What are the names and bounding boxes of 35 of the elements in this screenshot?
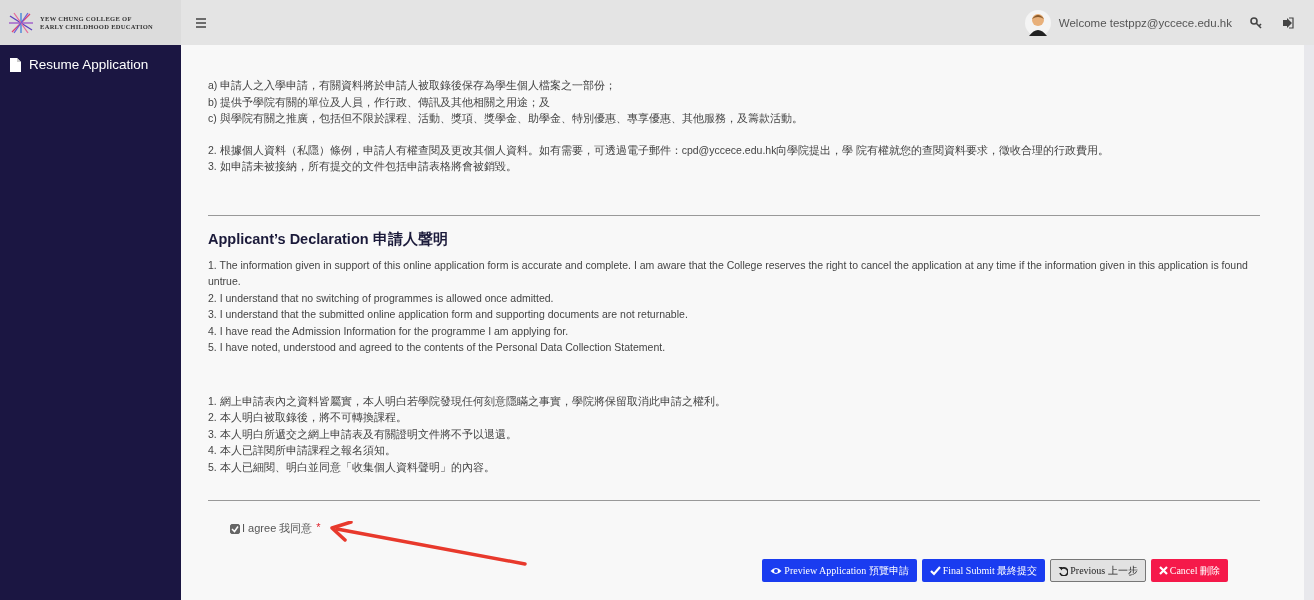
submit-button[interactable]: Final Submit 最終提交 — [921, 559, 1046, 582]
document-icon — [10, 57, 21, 72]
section-heading: Applicant’s Declaration 申請人聲明 — [208, 229, 449, 249]
declaration-item: 5. 本人已細閱、明白並同意「收集個人資料聲明」的內容。 — [208, 459, 496, 475]
agree-label: I agree 我同意 — [242, 521, 313, 536]
avatar-icon[interactable] — [1024, 9, 1051, 36]
agree-checkbox[interactable] — [230, 523, 240, 534]
declaration-item: 2. 本人明白被取錄後，將不可轉換課程。 — [208, 410, 408, 425]
declaration-item: 4. I have read the Admission Information for the programme I am applying for. — [208, 323, 570, 339]
declaration-item: 1. The information given in support of this online application form is accurate and complete. I am aware that the College reserves the right to cancel the application at any time if the information given in this application is found untrue. — [208, 257, 1249, 289]
privacy-item: b) 提供予學院有關的單位及人員，作行政、傳訊及其他相關之用途；及 — [208, 94, 552, 110]
previous-button[interactable]: Previous 上一步 — [1050, 559, 1146, 582]
welcome-text: Welcome testppz@yccece.edu.hk — [1058, 16, 1232, 29]
privacy-note: 3. 如申請未被接納，所有提交的文件包括申請表格將會被銷毀。 — [208, 159, 518, 174]
key-icon[interactable] — [1250, 16, 1262, 29]
privacy-item: c) 與學院有關之推廣，包括但不限於課程、活動、獎項、獎學金、助學金、特別優惠、專享優惠、其他服務，及籌款活動。 — [208, 111, 804, 126]
eye-icon — [770, 565, 783, 576]
close-icon — [1158, 566, 1168, 575]
privacy-item: a) 申請人之入學申請，有關資料將於申請人被取錄後保存為學生個人檔案之一部份； — [208, 78, 618, 93]
required-mark: * — [316, 521, 321, 533]
sidebar-item[interactable]: Resume Application — [0, 55, 181, 74]
declaration-item: 2. I understand that no switching of programmes is allowed once admitted. — [208, 290, 555, 306]
cancel-button[interactable]: Cancel 刪除 — [1150, 559, 1228, 582]
privacy-note: 2. 根據個人資料（私隱）條例，申請人有權查閱及更改其個人資料。如有需要，可透過電子郵件：cpd@yccece.edu.hk向學院提出，學 院有權就您的查閱資料要求，徵收合理的行政費用。 — [208, 142, 1111, 158]
declaration-item: 5. I have noted, understood and agreed to the contents of the Personal Data Collection Statement. — [208, 340, 667, 355]
declaration-item: 3. 本人明白所遞交之網上申請表及有關證明文件將不予以退還。 — [208, 426, 518, 442]
declaration-item: 1. 網上申請表內之資料皆屬實，本人明白若學院發現任何刻意隱瞞之事實，學院將保留取消此申請之權利。 — [208, 393, 727, 409]
declaration-item: 4. 本人已詳閱所申請課程之報名須知。 — [208, 443, 397, 458]
sign-out-icon[interactable] — [1282, 16, 1294, 29]
menu-icon[interactable] — [195, 16, 207, 29]
preview-button[interactable]: Preview Application 預覽申請 — [762, 559, 917, 582]
college-logo — [8, 11, 34, 34]
declaration-item: 3. I understand that the submitted online application form and supporting documents are not returnable. — [208, 307, 689, 322]
undo-icon — [1058, 565, 1069, 576]
check-icon — [929, 565, 941, 576]
